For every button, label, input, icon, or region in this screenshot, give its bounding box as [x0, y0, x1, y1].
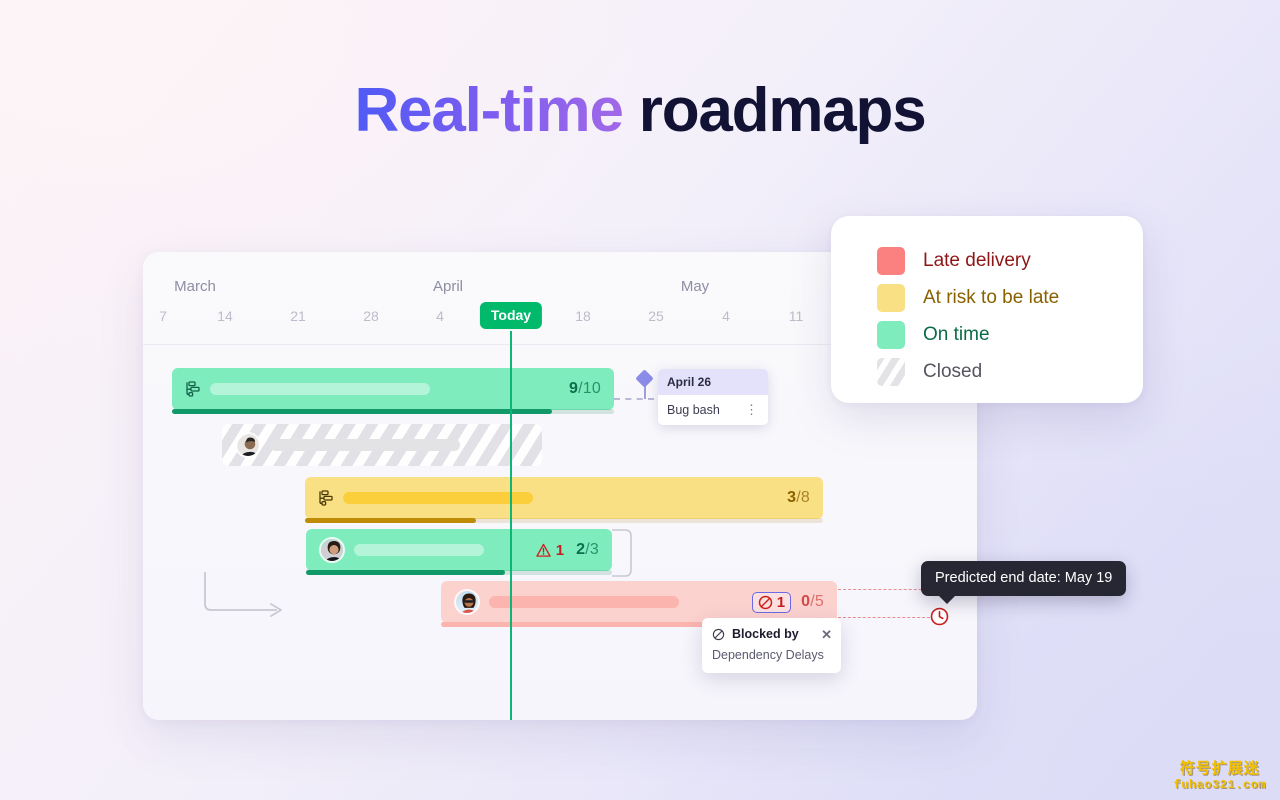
blocked-by-item[interactable]: Dependency Delays: [702, 645, 841, 673]
task-title-placeholder-row-3: [343, 492, 533, 504]
watermark: 符号扩展迷 fuhao321.com: [1174, 757, 1266, 792]
month-label-march: March: [174, 278, 216, 295]
task-bar-row-3[interactable]: 3/8: [305, 477, 823, 523]
task-bar-row-4[interactable]: 1 2/3: [306, 529, 612, 575]
day-tick-8: 4: [722, 308, 730, 324]
day-tick-3: 21: [290, 308, 306, 324]
today-badge[interactable]: Today: [479, 302, 543, 329]
blocked-circle-icon: [758, 595, 773, 609]
milestone-connector: [614, 398, 654, 400]
day-tick-5: 4: [436, 308, 444, 324]
day-tick-1: 7: [159, 308, 167, 324]
blocked-by-header: Blocked by ✕: [702, 618, 841, 645]
legend-label-at-risk: At risk to be late: [923, 286, 1060, 308]
avatar: [319, 537, 345, 563]
task-title-placeholder-row-5: [489, 596, 679, 608]
page-title: Real-time roadmaps: [0, 78, 1280, 143]
legend-label-late-delivery: Late delivery: [923, 249, 1031, 271]
warning-triangle-icon: [536, 543, 551, 557]
task-title-placeholder-row-2: [270, 439, 460, 451]
watermark-line-1: 符号扩展迷: [1179, 760, 1260, 777]
predicted-dash-bottom: [838, 617, 930, 618]
month-label-may: May: [680, 278, 710, 295]
legend-swatch-late-delivery: [877, 246, 905, 275]
month-label-april: April: [432, 278, 464, 295]
task-count-row-4: 2/3: [576, 541, 599, 558]
avatar: [454, 589, 480, 615]
day-tick-2: 14: [217, 308, 233, 324]
today-line: [510, 331, 512, 720]
task-bar-row-2-content: [222, 424, 542, 466]
legend-item-closed[interactable]: Closed: [877, 353, 1143, 390]
milestone-card[interactable]: April 26 Bug bash ⋮: [658, 369, 768, 425]
blocked-circle-icon: [712, 628, 725, 640]
task-bar-row-5[interactable]: 1 0/5: [441, 581, 837, 627]
blocked-badge-row-5[interactable]: 1: [751, 591, 792, 613]
milestone-name: Bug bash: [667, 403, 720, 417]
watermark-line-2: fuhao321.com: [1173, 778, 1266, 792]
legend-item-on-time[interactable]: On time: [877, 316, 1143, 353]
task-bracket-row-4: [612, 529, 632, 577]
predicted-end-date-tooltip: Predicted end date: May 19: [921, 561, 1127, 604]
legend-label-on-time: On time: [923, 323, 990, 345]
task-bar-row-1[interactable]: 9/10: [172, 368, 614, 414]
page-title-accent: Real-time: [354, 76, 623, 145]
task-title-placeholder-row-1: [210, 383, 430, 395]
milestone-date: April 26: [658, 369, 768, 395]
task-count-row-1: 9/10: [569, 380, 601, 397]
dependency-arrow: [204, 572, 282, 617]
legend-swatch-at-risk: [877, 283, 905, 312]
blocked-count-row-5: 1: [776, 593, 786, 611]
blocked-by-title: Blocked by: [732, 627, 799, 641]
subtask-icon: [318, 490, 334, 506]
close-icon[interactable]: ✕: [821, 628, 832, 641]
task-bar-row-1-content: 9/10: [172, 368, 614, 410]
task-bar-row-5-content: 1 0/5: [441, 581, 837, 623]
predicted-clock-icon[interactable]: [930, 607, 949, 626]
milestone-body: Bug bash ⋮: [658, 395, 768, 425]
day-tick-9: 11: [788, 308, 804, 324]
legend-swatch-on-time: [877, 320, 905, 349]
legend-item-late-delivery[interactable]: Late delivery: [877, 242, 1143, 279]
blocked-by-popover[interactable]: Blocked by ✕ Dependency Delays: [702, 618, 841, 673]
task-bar-row-4-content: 1 2/3: [306, 529, 612, 571]
task-count-row-3: 3/8: [787, 489, 810, 506]
day-tick-7: 25: [648, 308, 664, 324]
day-tick-6: 18: [575, 308, 591, 324]
warning-count-row-4: 1: [555, 541, 565, 559]
avatar: [235, 432, 261, 458]
task-bar-row-2[interactable]: [222, 424, 542, 466]
task-count-row-5: 0/5: [801, 593, 824, 610]
kebab-menu-icon[interactable]: ⋮: [745, 402, 759, 418]
legend-label-closed: Closed: [923, 360, 983, 382]
legend-swatch-closed: [877, 357, 905, 386]
status-legend: Late delivery At risk to be late On time…: [831, 216, 1143, 403]
milestone-diamond-icon[interactable]: [635, 369, 654, 388]
page-title-plain: roadmaps: [622, 76, 927, 145]
task-title-placeholder-row-4: [354, 544, 484, 556]
subtask-icon: [185, 381, 201, 397]
day-tick-4: 28: [363, 308, 379, 324]
warning-badge-row-4[interactable]: 1: [536, 542, 564, 559]
legend-item-at-risk[interactable]: At risk to be late: [877, 279, 1143, 316]
task-bar-row-3-content: 3/8: [305, 477, 823, 519]
